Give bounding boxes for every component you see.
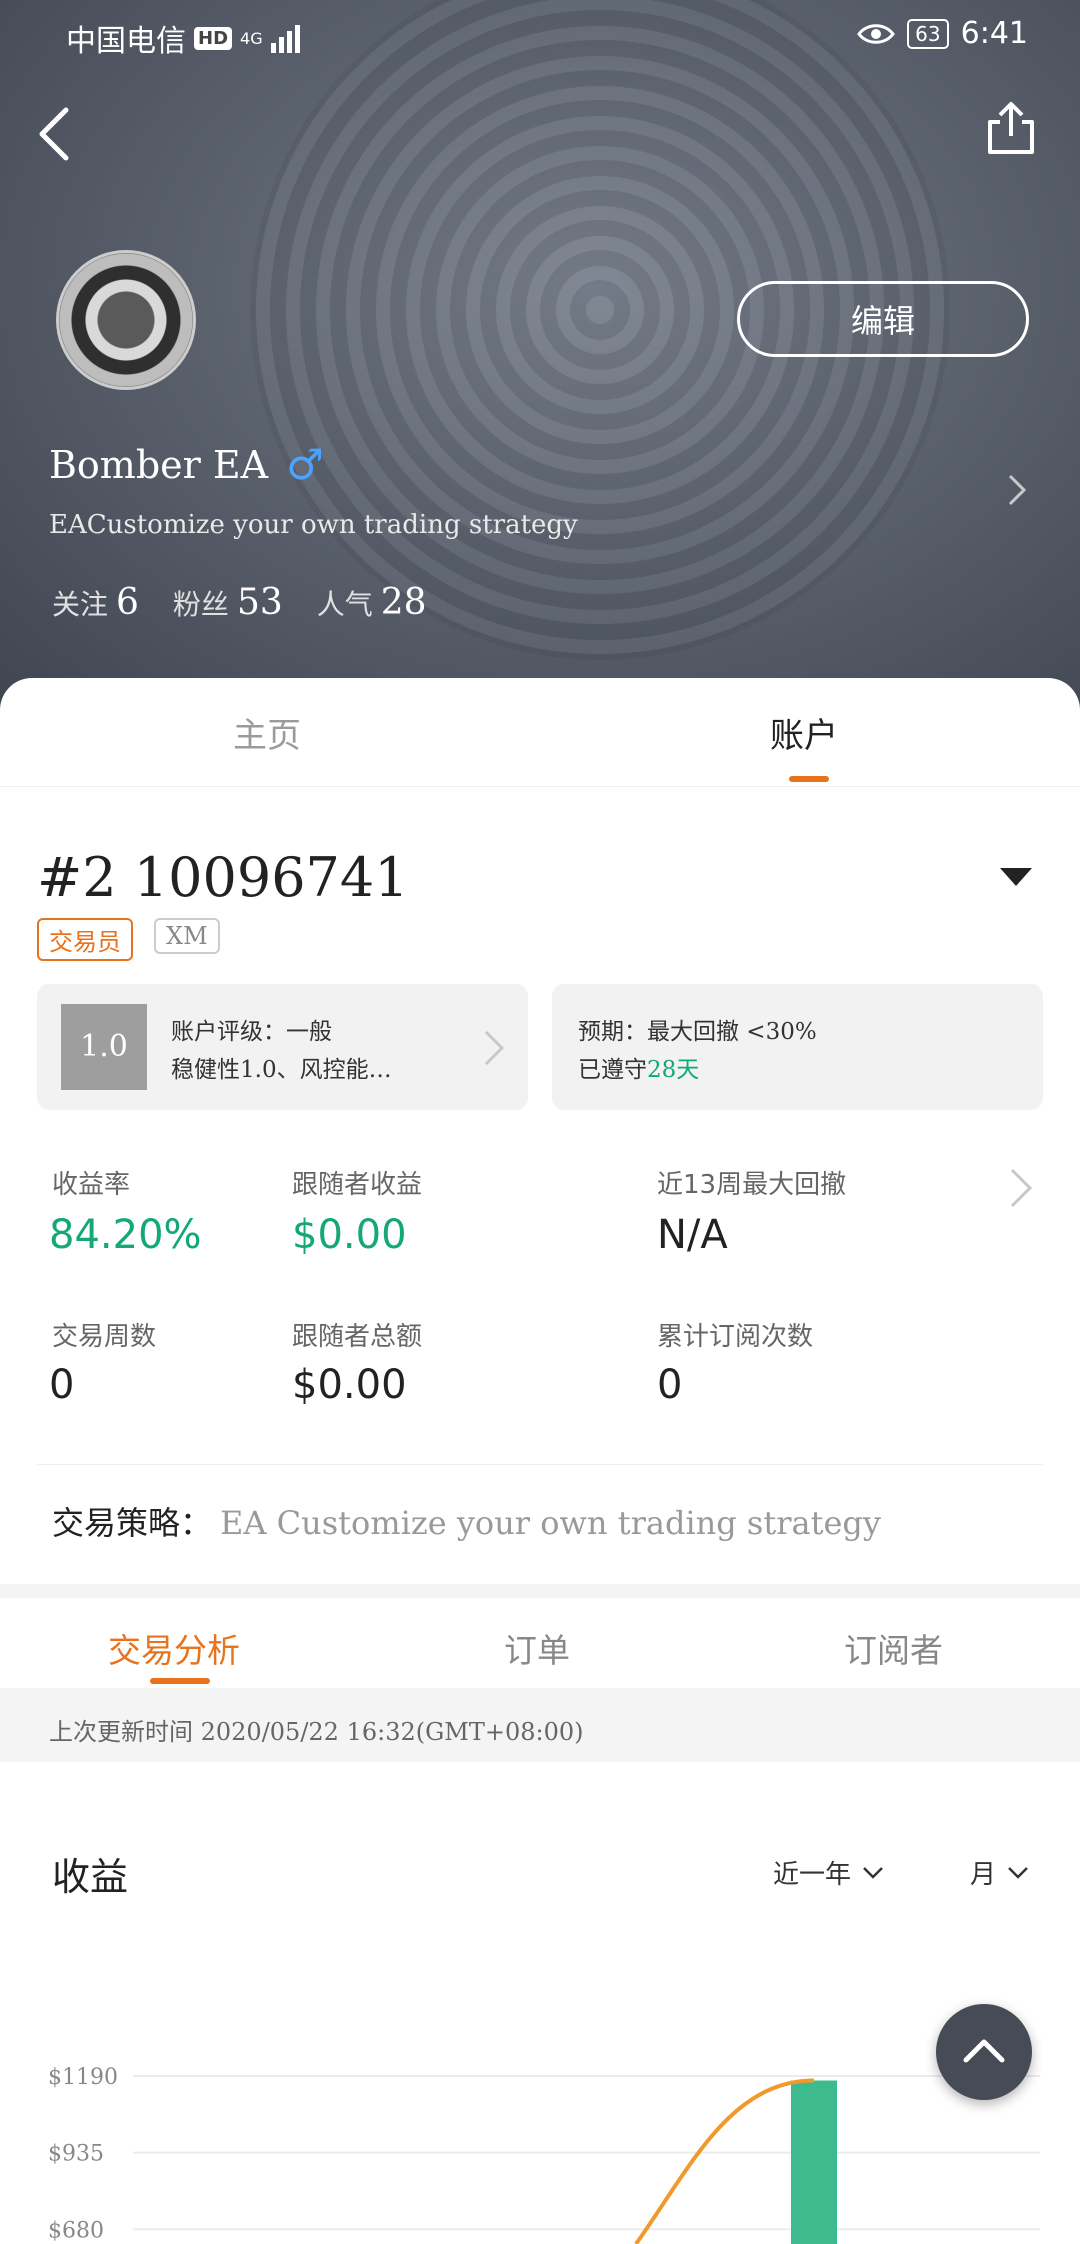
chevron-down-icon: [1008, 1866, 1028, 1879]
y-tick-label: $935: [48, 2142, 104, 2167]
trader-badge: 交易员: [37, 918, 133, 961]
y-tick-label: $1190: [48, 2065, 118, 2090]
expectation-line1: 预期：最大回撤 <30%: [578, 1019, 817, 1045]
male-icon: ♂: [286, 440, 324, 489]
profile-name-row: Bomber EA ♂: [49, 440, 324, 489]
section-gap: [0, 1584, 1080, 1598]
subscriptions-label: 累计订阅次数: [657, 1322, 814, 1352]
chevron-right-icon[interactable]: [1008, 1166, 1034, 1210]
tab-account[interactable]: 账户: [770, 708, 838, 757]
edit-profile-button[interactable]: 编辑: [737, 281, 1029, 357]
profile-header: 中国电信 HD 4G 63 6:41 编辑 Bomber EA ♂ EACust…: [0, 0, 1080, 720]
main-tabs: 主页 账户: [0, 678, 1080, 787]
chart-bar: [791, 2080, 837, 2244]
hd-icon: HD: [194, 26, 233, 50]
rating-line2: 稳健性1.0、风控能…: [171, 1057, 392, 1083]
strategy-row: 交易策略： EA Customize your own trading strat…: [52, 1498, 881, 1544]
y-tick-label: $680: [48, 2218, 104, 2243]
expectation-days: 28天: [647, 1057, 700, 1083]
profile-bio: EACustomize your own trading strategy: [49, 510, 578, 540]
back-arrow-icon[interactable]: [34, 104, 82, 164]
weeks-value: 0: [49, 1362, 75, 1408]
tab-indicator: [789, 776, 829, 782]
tab-home[interactable]: 主页: [233, 708, 301, 757]
clock: 6:41: [960, 16, 1028, 51]
signal-icon: [270, 25, 300, 53]
max-drawdown-value: N/A: [657, 1212, 728, 1258]
chart-line: [634, 2078, 815, 2244]
chevron-down-icon: [863, 1866, 883, 1879]
range-select[interactable]: 近一年: [773, 1854, 885, 1891]
return-label: 收益率: [52, 1170, 131, 1200]
share-icon[interactable]: [986, 100, 1036, 156]
earnings-chart: $1190 $935 $680: [48, 2065, 1040, 2244]
rating-card[interactable]: 1.0 账户评级：一般 稳健性1.0、风控能…: [37, 984, 528, 1110]
analysis-tabs: 交易分析 订单 订阅者: [0, 1598, 1080, 1690]
follower-profit-value: $0.00: [292, 1212, 407, 1258]
divider: [37, 1464, 1043, 1465]
strategy-label: 交易策略：: [52, 1504, 213, 1542]
chevron-right-icon: [484, 1030, 505, 1066]
update-time: 上次更新时间 2020/05/22 16:32(GMT+08:00): [49, 1718, 584, 1746]
stat-popularity: 人气 28: [316, 582, 427, 623]
earnings-title: 收益: [52, 1855, 129, 1899]
rating-score: 1.0: [61, 1004, 147, 1090]
sub-tab-indicator: [150, 1678, 210, 1684]
follower-profit-label: 跟随者收益: [292, 1170, 423, 1200]
profile-name: Bomber EA: [49, 442, 269, 487]
caret-down-icon[interactable]: [1000, 868, 1032, 886]
rating-line1: 账户评级：一般: [171, 1019, 332, 1045]
update-banner: 上次更新时间 2020/05/22 16:32(GMT+08:00): [0, 1688, 1080, 1762]
content-sheet: 主页 账户 #2 10096741 交易员 XM 1.0 账户评级：一般 稳健性…: [0, 678, 1080, 2244]
max-drawdown-label: 近13周最大回撤: [657, 1170, 847, 1200]
follower-total-label: 跟随者总额: [292, 1322, 423, 1352]
return-value: 84.20%: [49, 1212, 202, 1258]
tab-trade-analysis[interactable]: 交易分析: [108, 1624, 240, 1672]
scroll-to-top-button[interactable]: [936, 2004, 1032, 2100]
network-label: 4G: [240, 28, 263, 48]
profile-stats: 关注 6 粉丝 53 人气 28: [52, 582, 427, 623]
account-title: #2 10096741: [37, 846, 409, 909]
battery-icon: 63: [907, 18, 949, 49]
stat-followers[interactable]: 粉丝 53: [173, 582, 283, 623]
follower-total-value: $0.00: [292, 1362, 407, 1408]
avatar[interactable]: [56, 250, 196, 390]
chevron-right-icon[interactable]: [1002, 470, 1032, 510]
tab-subscribers[interactable]: 订阅者: [844, 1624, 943, 1672]
expectation-line2: 已遵守28天: [578, 1057, 700, 1083]
eye-icon: [857, 23, 896, 44]
tab-orders[interactable]: 订单: [504, 1624, 570, 1672]
subscriptions-value: 0: [657, 1362, 683, 1408]
period-select[interactable]: 月: [970, 1854, 1030, 1891]
broker-badge: XM: [154, 918, 220, 954]
status-bar: 中国电信 HD 4G 63 6:41: [0, 14, 1080, 59]
weeks-label: 交易周数: [52, 1322, 157, 1352]
chevron-up-icon: [963, 2039, 1005, 2063]
stat-following[interactable]: 关注 6: [52, 582, 139, 623]
expectation-card: 预期：最大回撤 <30% 已遵守28天: [552, 984, 1043, 1110]
strategy-text: EA Customize your own trading strategy: [220, 1504, 881, 1542]
carrier-label: 中国电信: [66, 24, 186, 59]
